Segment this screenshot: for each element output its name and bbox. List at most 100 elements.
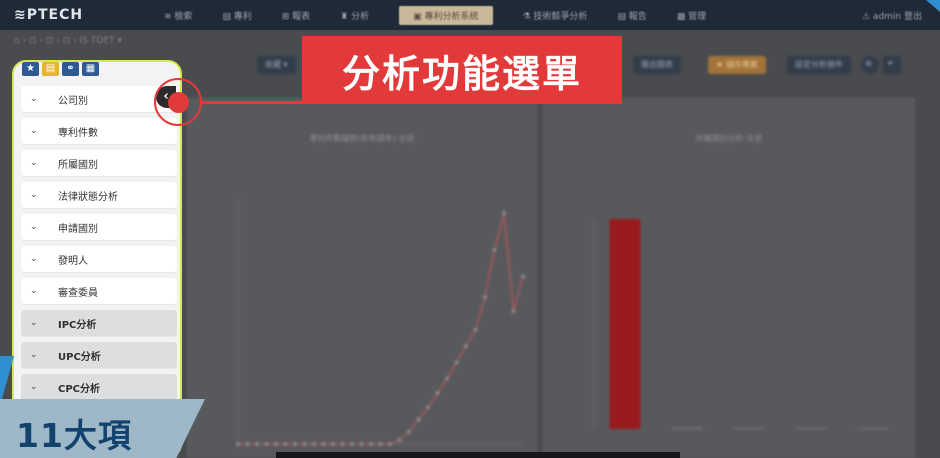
chevron-down-icon: ⌄ [30,350,38,360]
sidebar-item[interactable]: ⌄ IPC分析 [21,310,177,336]
sidebar-item-label: 發明人 [58,255,88,267]
data-point [388,442,392,446]
sidebar-item-label: IPC分析 [58,319,97,331]
sidebar-item[interactable]: ⌄ 專利件數 [21,118,177,144]
chevron-down-icon: ⌄ [30,94,38,104]
data-point [245,442,250,446]
callout-dot [168,92,189,113]
data-point [255,442,259,446]
country-bar-chart [593,219,889,429]
breadcrumb: ⌂ › ⊡ › ⊡ › ⊡ › IS TDET ▾ [14,36,122,46]
sidebar-item[interactable]: ⌄ 申請國別 [21,214,177,240]
sidebar-item[interactable]: ⌄ 所屬國別 [21,150,177,176]
data-point [492,248,497,253]
data-point [369,442,373,446]
nav-item-patent[interactable]: ▤ 專利 [222,9,251,22]
data-point [473,327,478,332]
data-point [236,442,240,446]
nav-item-report[interactable]: ⊞ 報表 [282,9,310,22]
data-point [426,405,430,410]
save-project-button[interactable]: ★ 儲存專案 [708,56,766,74]
callout-label: 分析功能選單 [302,36,622,104]
sidebar-item-label: UPC分析 [58,351,101,363]
sidebar-item-label: 所屬國別 [58,159,98,171]
user-menu[interactable]: ⚠ admin 登出 [862,9,922,22]
sidebar-item-label: 審查委員 [58,287,98,299]
data-point [407,429,411,434]
series-line [238,213,524,445]
analysis-menu-list: ⌄ 公司別 ⌄ 專利件數 ⌄ 所屬國別 ⌄ 法律狀態分析 ⌄ 申請國別 ⌄ 發明人 ⌄ 審查委員 ⌄ IPC分… [21,86,177,406]
sidebar-item[interactable]: ⌄ 法律狀態分析 [21,182,177,208]
export-chart-button[interactable]: 匯出圖表 [633,56,681,74]
sidebar-item[interactable]: ⌄ 發明人 [21,246,177,272]
gear-icon[interactable]: ⚙ [861,56,879,74]
chevron-down-icon: ⌄ [30,286,38,296]
chevron-down-icon: ⌄ [30,318,38,328]
data-point [483,295,487,299]
bar [857,428,889,429]
nav-item-analysis[interactable]: ♜ 分析 [340,9,369,22]
sidebar-icon-bar: ★ ▤ ⚭ ▦ [22,62,99,76]
data-point [378,442,383,446]
sidebar-item-label: 法律狀態分析 [58,191,118,203]
chevron-down-icon: ⌄ [30,222,38,232]
analysis-sidebar: ★ ▤ ⚭ ▦ ⌄ 公司別 ⌄ 專利件數 ⌄ 所屬國別 ⌄ 法律狀態分析 ⌄ 申請國別 ⌄ 發明人 ⌄ 審… [12,60,182,458]
star-icon[interactable]: ★ [22,62,39,76]
nav-item-search[interactable]: ≋ 檢索 [164,9,192,22]
bar [671,427,703,429]
video-progress-bar [276,452,680,458]
data-point [454,360,459,365]
sidebar-item[interactable]: ⌄ UPC分析 [21,342,177,368]
data-point [350,442,354,446]
nodes-icon[interactable]: ⚭ [62,62,79,76]
nav-item-tech-competition[interactable]: ⚗ 技術競爭分析 [523,9,588,22]
data-point [340,442,345,446]
collect-button[interactable]: 收藏 ▾ [257,56,296,74]
trend-line-chart [236,199,525,446]
nav-item-patent-analysis-system[interactable]: ▣ 專利分析系統 [399,5,493,25]
chevron-down-icon: ⌄ [30,254,38,264]
data-point [283,442,288,446]
data-point [293,442,297,446]
country-chart-panel: 所屬國別分析-全部 [543,98,915,458]
nav-item-admin[interactable]: ▦ 管理 [677,9,706,22]
sidebar-item-label: 公司別 [58,95,88,107]
chevron-down-icon: ⌄ [30,382,38,392]
callout-line [200,101,306,104]
item-count-text: 11大項 [16,416,132,455]
data-point [321,442,326,446]
sidebar-item[interactable]: ⌄ 審查委員 [21,278,177,304]
set-conditions-button[interactable]: 設定分析條件 [787,56,851,74]
data-point [302,442,307,446]
data-point [397,437,402,442]
sidebar-item-label: 專利件數 [58,127,98,139]
trend-chart-panel: 專利件數趨勢(依申請年)-全部 [187,98,537,458]
app-logo: ≋PTECH [14,7,84,23]
data-point [435,390,440,395]
funnel-icon[interactable]: ⏷ [883,56,901,74]
table-icon[interactable]: ▦ [82,62,99,76]
main-content: 收藏 ▾ 匯出圖表 ★ 儲存專案 設定分析條件 ⚙ ⏷ 專利件數趨勢(依申請年)… [185,52,920,458]
sidebar-item-label: CPC分析 [58,383,101,395]
data-point [511,309,516,314]
sidebar-item-label: 申請國別 [58,223,98,235]
chart-icon[interactable]: ▤ [42,62,59,76]
data-point [331,442,335,446]
data-point [312,442,316,446]
bar [609,219,641,429]
data-point [521,274,525,279]
data-point [445,376,449,381]
data-point [274,442,278,446]
bar [795,428,827,429]
chevron-down-icon: ⌄ [30,190,38,200]
nav-item-reports[interactable]: ▤ 報告 [617,9,646,22]
data-point [464,344,468,348]
sidebar-item[interactable]: ⌄ CPC分析 [21,374,177,400]
callout-text: 分析功能選單 [341,51,582,96]
item-count-badge: 11大項 [0,399,205,458]
top-nav-bar: ≋PTECH ≋ 檢索 ▤ 專利 ⊞ 報表 ♜ 分析 ▣ 專利分析系統 ⚗ 技術… [0,0,940,30]
chevron-down-icon: ⌄ [30,158,38,168]
data-point [359,442,364,446]
bar [733,428,765,429]
data-point [416,417,421,422]
